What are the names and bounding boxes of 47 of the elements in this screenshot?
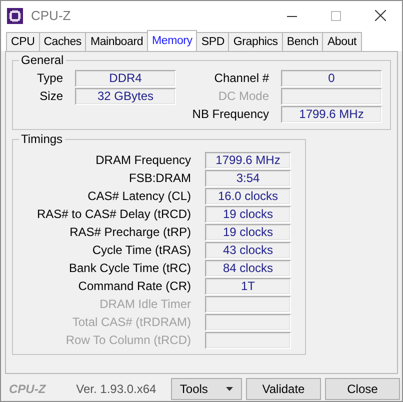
- tab[interactable]: SPD: [196, 32, 230, 51]
- tab[interactable]: Bench: [282, 32, 324, 51]
- value-field: 84 clocks: [205, 260, 291, 277]
- dialog-button[interactable]: Validate: [246, 378, 321, 400]
- app-icon: [7, 8, 23, 24]
- field-label: RAS# to CAS# Delay (tRCD): [36, 206, 191, 223]
- tab[interactable]: CPU: [6, 32, 40, 51]
- tab[interactable]: Mainboard: [85, 32, 148, 51]
- group-title: Timings: [19, 132, 65, 146]
- dialog-button[interactable]: Tools: [170, 378, 242, 400]
- tab[interactable]: Graphics: [228, 32, 283, 51]
- field-label: DC Mode: [217, 88, 269, 105]
- caret-icon: [226, 387, 233, 392]
- window-title: CPU-Z: [31, 6, 72, 25]
- field-label: Size: [38, 88, 63, 105]
- value-field: 19 clocks: [205, 224, 291, 241]
- field-label: FSB:DRAM: [128, 170, 191, 187]
- value-field: 43 clocks: [205, 242, 291, 259]
- field-label: Cycle Time (tRAS): [91, 242, 191, 259]
- value-field: 16.0 clocks: [205, 188, 291, 205]
- value-field: 19 clocks: [205, 206, 291, 223]
- field-label: Bank Cycle Time (tRC): [68, 260, 191, 277]
- field-label: Total CAS# (tRDRAM): [71, 314, 191, 331]
- field-label: Command Rate (CR): [77, 278, 191, 295]
- tab[interactable]: Caches: [38, 32, 86, 51]
- value-field: DDR4: [75, 70, 176, 87]
- maximize-icon: [331, 10, 341, 20]
- field-label: RAS# Precharge (tRP): [68, 224, 191, 241]
- value-field: 1T: [205, 278, 291, 295]
- field-label: Row To Column (tRCD): [64, 332, 191, 349]
- version-label: Ver. 1.93.0.x64: [76, 381, 158, 398]
- value-field: 32 GBytes: [75, 88, 176, 105]
- brand-label: CPU-Z: [9, 381, 47, 398]
- value-field: 0: [281, 70, 382, 87]
- group-title: General: [19, 53, 66, 67]
- field-label: Type: [36, 70, 63, 87]
- value-field: 1799.6 MHz: [205, 152, 291, 169]
- tab[interactable]: About: [322, 32, 362, 51]
- close-icon: [374, 10, 386, 21]
- field-label: Channel #: [213, 70, 269, 87]
- field-label: DRAM Frequency: [94, 152, 191, 169]
- field-label: CAS# Latency (CL): [86, 188, 191, 205]
- value-field: 3:54: [205, 170, 291, 187]
- value-field: 1799.6 MHz: [281, 106, 382, 123]
- field-label: DRAM Idle Timer: [98, 296, 191, 313]
- field-label: NB Frequency: [191, 106, 269, 123]
- dialog-button[interactable]: Close: [324, 378, 400, 400]
